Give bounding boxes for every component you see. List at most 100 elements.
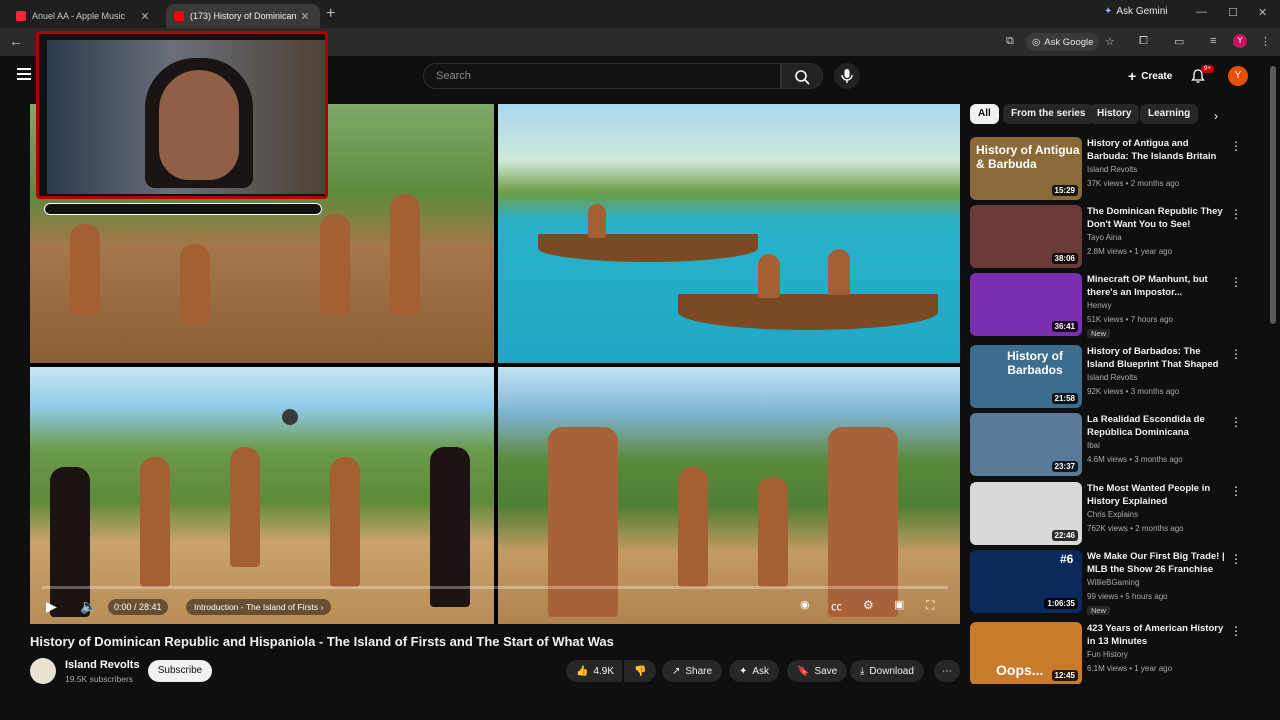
more-vertical-icon[interactable]: ⋮ — [1230, 347, 1242, 361]
chevron-right-icon[interactable]: › — [1214, 109, 1218, 123]
page-scrollbar[interactable] — [1270, 66, 1276, 324]
recommendation-channel[interactable]: Island Revolts — [1087, 165, 1137, 174]
back-arrow-icon[interactable]: ← — [9, 33, 23, 49]
subscribe-button[interactable]: Subscribe — [148, 660, 212, 682]
chip-from-the-series[interactable]: From the series — [1003, 104, 1094, 124]
autoplay-toggle[interactable]: ◉ — [800, 598, 810, 611]
like-button[interactable]: 👍 4.9K — [566, 660, 622, 682]
recommendation-channel[interactable]: Island Revolts — [1087, 373, 1137, 382]
more-vertical-icon[interactable]: ⋮ — [1230, 484, 1242, 498]
ask-google-button[interactable]: ◎ Ask Google — [1026, 33, 1100, 51]
window-close-icon[interactable]: ✕ — [1258, 6, 1267, 19]
search-input[interactable]: Search — [423, 63, 781, 89]
download-button[interactable]: ⤓ Download — [850, 660, 924, 682]
video-title: History of Dominican Republic and Hispan… — [30, 634, 614, 649]
account-avatar[interactable]: Y — [1228, 66, 1248, 86]
bookmark-star-icon[interactable]: ☆ — [1105, 35, 1115, 48]
thumbnail[interactable]: History of Antigua & Barbuda 15:29 — [970, 137, 1082, 200]
captions-icon[interactable]: ㏄ — [831, 598, 842, 614]
thumbnail[interactable]: Oops... 12:45 — [970, 622, 1082, 684]
recommendation-channel[interactable]: Henwy — [1087, 301, 1111, 310]
recommendation-title[interactable]: La Realidad Escondida de República Domin… — [1087, 413, 1225, 439]
media-control-icon[interactable]: ≡ — [1210, 35, 1216, 47]
maximize-icon[interactable]: ☐ — [1228, 6, 1238, 19]
browser-menu-icon[interactable]: ⋮ — [1260, 35, 1271, 48]
install-icon[interactable]: ⧉ — [1006, 35, 1014, 48]
voice-search-button[interactable] — [834, 63, 860, 89]
video-progress-bar[interactable] — [42, 586, 948, 589]
thumbnail[interactable]: 36:41 — [970, 273, 1082, 336]
chip-learning[interactable]: Learning — [1140, 104, 1199, 124]
omnibox[interactable] — [330, 32, 1020, 52]
save-button[interactable]: 🔖 Save — [787, 660, 848, 682]
more-vertical-icon[interactable]: ⋮ — [1230, 624, 1240, 638]
recommendation-title[interactable]: History of Barbados: The Island Blueprin… — [1087, 345, 1225, 371]
create-button[interactable]: + Create — [1118, 63, 1183, 89]
volume-icon[interactable]: 🔈 — [80, 598, 97, 615]
more-vertical-icon[interactable]: ⋮ — [1230, 139, 1242, 153]
recommendation-item[interactable]: 22:46 The Most Wanted People in History … — [970, 482, 1242, 546]
more-vertical-icon[interactable]: ⋮ — [1230, 552, 1242, 566]
thumbnail[interactable]: History of Barbados 21:58 — [970, 345, 1082, 408]
player-controls: ▶ 🔈 0:00 / 28:41 Introduction - The Isla… — [30, 590, 960, 624]
thumbnail[interactable]: 38:06 — [970, 205, 1082, 268]
duration-badge: 12:45 — [1051, 670, 1078, 681]
thumbnail[interactable]: 23:37 — [970, 413, 1082, 476]
recommendation-title[interactable]: We Make Our First Big Trade! | MLB the S… — [1087, 550, 1225, 576]
recommendation-channel[interactable]: Tayo Aina — [1087, 233, 1122, 242]
thumbnail[interactable]: #6 1:06:35 — [970, 550, 1082, 613]
ask-button[interactable]: ✦ Ask — [729, 660, 780, 682]
duration-badge: 38:06 — [1051, 253, 1078, 264]
chapter-button[interactable]: Introduction - The Island of Firsts › — [186, 599, 332, 615]
recommendation-item[interactable]: History of Antigua & Barbuda 15:29 Histo… — [970, 137, 1242, 201]
search-button[interactable] — [781, 63, 823, 89]
ask-label: Ask — [752, 665, 770, 677]
thumbnail-text: Oops... — [996, 662, 1044, 678]
recommendation-item[interactable]: History of Barbados 21:58 History of Bar… — [970, 345, 1242, 409]
recommendation-title[interactable]: The Most Wanted People in History Explai… — [1087, 482, 1225, 508]
minimize-icon[interactable]: — — [1196, 6, 1207, 18]
recommendation-item[interactable]: 38:06 The Dominican Republic They Don't … — [970, 205, 1242, 269]
recommendation-meta: 37K views • 2 months ago — [1087, 179, 1180, 188]
tab-apple-music[interactable]: Anuel AA - Apple Music ✕ — [8, 4, 160, 28]
close-icon[interactable]: ✕ — [138, 10, 152, 23]
dislike-button[interactable]: 👎 — [624, 660, 656, 682]
more-vertical-icon[interactable]: ⋮ — [1230, 275, 1242, 289]
recommendation-item[interactable]: 36:41 Minecraft OP Manhunt, but there's … — [970, 273, 1242, 338]
split-view-icon[interactable]: ▭ — [1174, 35, 1184, 48]
fullscreen-icon[interactable]: ⛶ — [926, 598, 934, 613]
duration-badge: 21:58 — [1051, 393, 1078, 404]
settings-gear-icon[interactable]: ⚙ — [863, 598, 874, 612]
youtube-icon — [174, 11, 184, 21]
recommendation-title[interactable]: History of Antigua and Barbuda: The Isla… — [1087, 137, 1225, 163]
play-icon[interactable]: ▶ — [46, 598, 57, 615]
menu-icon[interactable] — [17, 68, 31, 80]
recommendation-title[interactable]: The Dominican Republic They Don't Want Y… — [1087, 205, 1225, 231]
recommendation-channel[interactable]: Chris Explains — [1087, 510, 1138, 519]
more-actions-button[interactable]: ⋯ — [934, 660, 960, 682]
recommendation-channel[interactable]: Fun History — [1087, 650, 1128, 659]
recommendation-channel[interactable]: Ibai — [1087, 441, 1100, 450]
recommendation-title[interactable]: Minecraft OP Manhunt, but there's an Imp… — [1087, 273, 1225, 299]
recommendation-item[interactable]: Oops... 12:45 423 Years of American Hist… — [970, 622, 1240, 684]
new-tab-icon[interactable]: + — [326, 5, 335, 23]
channel-name[interactable]: Island Revolts — [65, 659, 140, 671]
more-vertical-icon[interactable]: ⋮ — [1230, 207, 1242, 221]
recommendation-channel[interactable]: WillieBGaming — [1087, 578, 1139, 587]
tab-youtube[interactable]: (173) History of Dominican Rep ✕ — [166, 4, 320, 28]
lens-icon: ◎ — [1032, 36, 1041, 48]
chip-all[interactable]: All — [970, 104, 999, 124]
recommendation-item[interactable]: #6 1:06:35 We Make Our First Big Trade! … — [970, 550, 1242, 615]
thumbnail[interactable]: 22:46 — [970, 482, 1082, 545]
close-icon[interactable]: ✕ — [298, 10, 312, 23]
channel-avatar[interactable] — [30, 658, 56, 684]
chip-history[interactable]: History — [1089, 104, 1140, 124]
more-vertical-icon[interactable]: ⋮ — [1230, 415, 1242, 429]
extensions-icon[interactable]: ⧠ — [1139, 35, 1148, 48]
share-button[interactable]: ↗ Share — [662, 660, 723, 682]
miniplayer-icon[interactable]: ▣ — [894, 598, 904, 611]
recommendation-title[interactable]: 423 Years of American History in 13 Minu… — [1087, 622, 1225, 648]
recommendation-item[interactable]: 23:37 La Realidad Escondida de República… — [970, 413, 1242, 477]
browser-profile-avatar[interactable]: Y — [1233, 34, 1247, 48]
ask-gemini-button[interactable]: ✦ Ask Gemini — [1104, 6, 1168, 17]
